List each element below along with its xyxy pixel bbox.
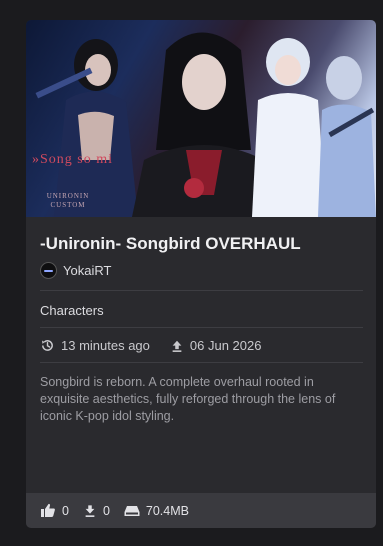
history-icon <box>40 338 55 353</box>
author-name: YokaiRT <box>63 263 112 278</box>
file-size: 70.4MB <box>145 503 189 518</box>
hard-drive-icon <box>124 505 140 517</box>
thumbnail-caption: »Song so mi <box>32 152 114 167</box>
upload-date: 06 Jun 2026 <box>189 338 262 353</box>
thumbnail-artwork <box>35 32 376 217</box>
thumbs-up-icon <box>40 503 56 518</box>
download-icon <box>83 504 97 518</box>
divider <box>40 290 363 291</box>
upload-icon <box>170 339 184 353</box>
mod-card[interactable]: »Song so mi UNIRONIN CUSTOM -Unironin- S… <box>26 20 376 528</box>
stats-bar: 0 0 70.4MB <box>26 493 376 528</box>
divider <box>40 327 363 328</box>
mod-description: Songbird is reborn. A complete overhaul … <box>40 375 336 423</box>
mod-meta: 13 minutes ago 06 Jun 2026 <box>40 338 261 353</box>
endorsements-stat[interactable]: 0 <box>40 503 69 518</box>
thumbnail-subcaption: UNIRONIN CUSTOM <box>46 192 90 209</box>
avatar-icon <box>40 262 57 279</box>
file-size-stat: 70.4MB <box>124 504 189 518</box>
downloads-stat[interactable]: 0 <box>83 504 110 518</box>
endorsements-count: 0 <box>62 503 69 518</box>
divider <box>40 362 363 363</box>
downloads-count: 0 <box>102 503 110 518</box>
updated-time: 13 minutes ago <box>61 338 150 353</box>
mod-title[interactable]: -Unironin- Songbird OVERHAUL <box>40 234 301 254</box>
category-label[interactable]: Characters <box>40 303 104 318</box>
author-link[interactable]: YokaiRT <box>40 262 111 279</box>
mod-thumbnail[interactable]: »Song so mi UNIRONIN CUSTOM <box>26 20 376 217</box>
